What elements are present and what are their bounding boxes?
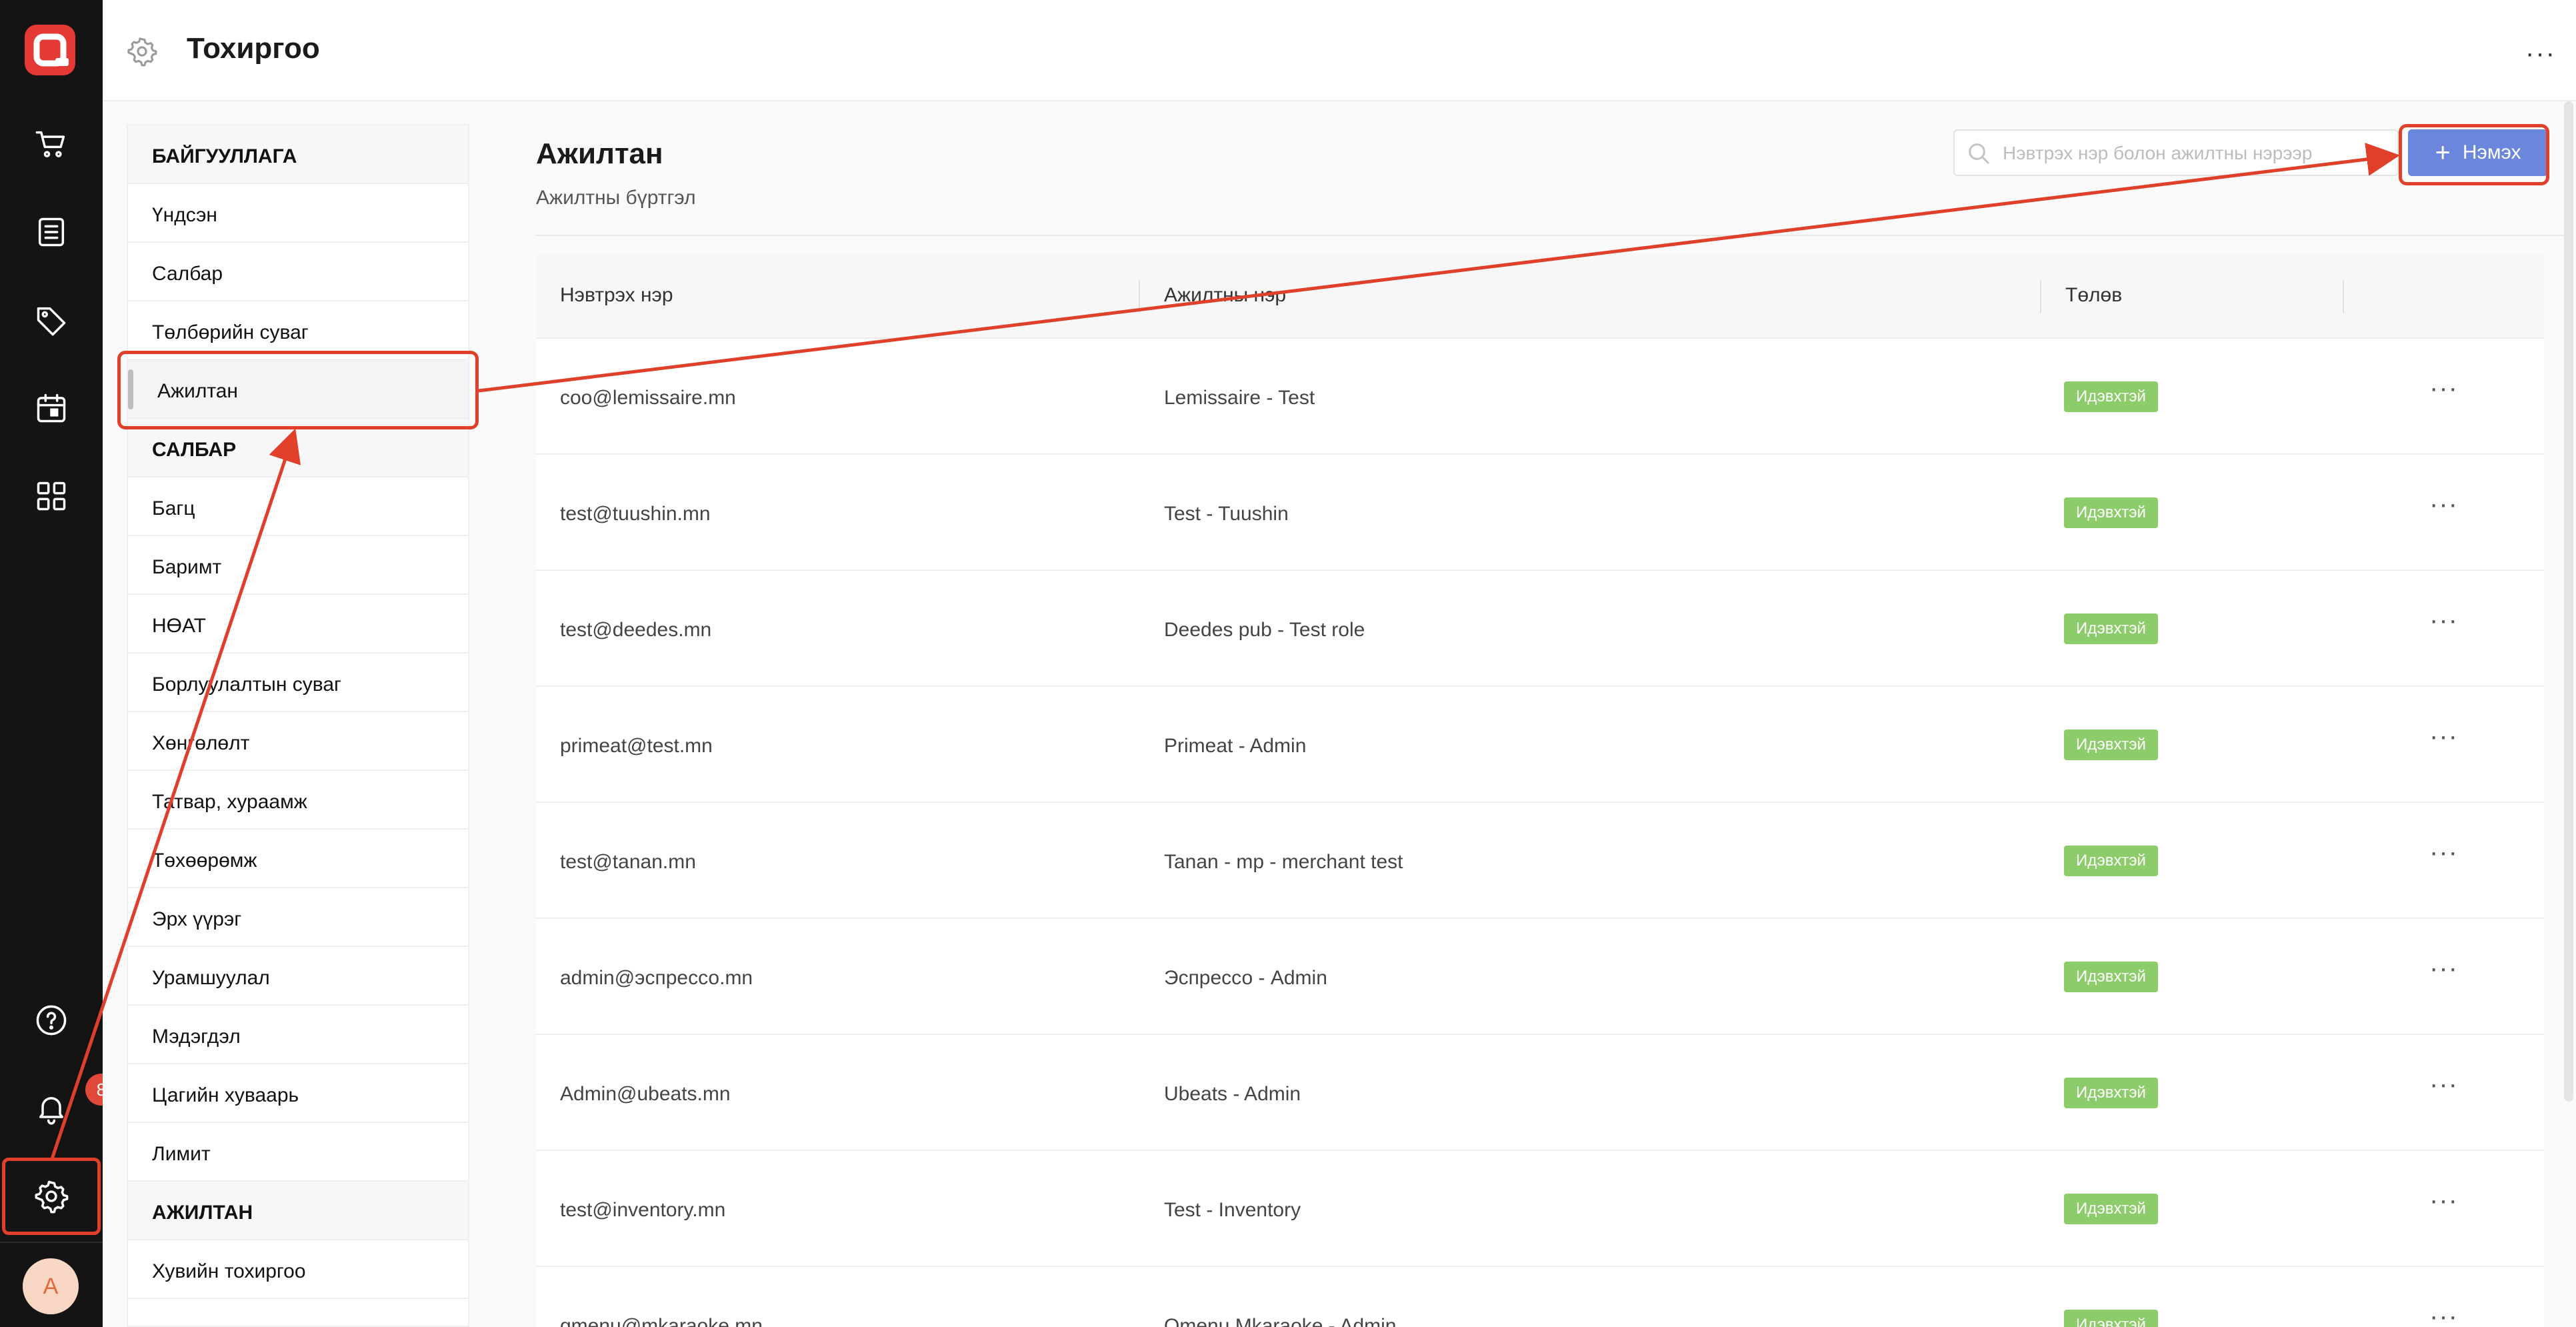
avatar[interactable]: A xyxy=(23,1258,79,1314)
rail-divider xyxy=(0,1242,103,1243)
row-more-button[interactable]: ··· xyxy=(2429,1186,2458,1216)
table-row[interactable]: qmenu@mkaraoke.mn Qmenu Mkaraoke - Admin… xyxy=(536,1267,2544,1327)
status-badge: Идэвхтэй xyxy=(2064,1194,2158,1224)
cell-login: Admin@ubeats.mn xyxy=(560,1083,731,1105)
employee-table: Нэвтрэх нэр Ажилтны нэр Төлөв coo@lemiss… xyxy=(536,253,2544,1327)
cell-name: Test - Tuushin xyxy=(1164,503,1289,525)
status-badge: Идэвхтэй xyxy=(2064,730,2158,760)
list-icon[interactable] xyxy=(31,212,71,252)
cell-name: Lemissaire - Test xyxy=(1164,387,1315,409)
menu-item-notification[interactable]: Мэдэгдэл xyxy=(128,1006,468,1064)
column-header-login[interactable]: Нэвтрэх нэр xyxy=(560,284,673,307)
cart-icon[interactable] xyxy=(31,124,71,164)
row-more-button[interactable]: ··· xyxy=(2429,838,2458,868)
section-heading: Ажилтан xyxy=(536,137,663,170)
cell-login: primeat@test.mn xyxy=(560,735,713,757)
section-subheading: Ажилтны бүртгэл xyxy=(536,187,696,209)
status-badge: Идэвхтэй xyxy=(2064,846,2158,876)
cell-login: test@tanan.mn xyxy=(560,851,696,873)
row-more-button[interactable]: ··· xyxy=(2429,489,2458,519)
top-bar: Тохиргоо ··· xyxy=(103,0,2576,101)
menu-item-limit[interactable]: Лимит xyxy=(128,1123,468,1182)
status-badge: Идэвхтэй xyxy=(2064,497,2158,528)
table-row[interactable]: test@inventory.mn Test - Inventory Идэвх… xyxy=(536,1151,2544,1267)
vertical-scrollbar[interactable] xyxy=(2564,101,2573,1102)
column-header-name[interactable]: Ажилтны нэр xyxy=(1164,284,1286,307)
menu-section-organization: БАЙГУУЛЛАГА xyxy=(128,125,468,184)
cell-name: Deedes pub - Test role xyxy=(1164,619,1365,641)
bell-icon[interactable] xyxy=(31,1088,71,1128)
status-badge: Идэвхтэй xyxy=(2064,1078,2158,1108)
menu-item-branch[interactable]: Салбар xyxy=(128,243,468,301)
search-input[interactable] xyxy=(2003,139,2389,168)
menu-item-discount[interactable]: Хөнгөлөлт xyxy=(128,712,468,771)
menu-item-tax-fee[interactable]: Татвар, хураамж xyxy=(128,771,468,830)
menu-section-employee: АЖИЛТАН xyxy=(128,1182,468,1240)
row-more-button[interactable]: ··· xyxy=(2429,954,2458,984)
menu-item-basic[interactable]: Үндсэн xyxy=(128,184,468,243)
cell-login: admin@эспрессо.mn xyxy=(560,967,753,989)
menu-item-promotion[interactable]: Урамшуулал xyxy=(128,947,468,1006)
grid-icon[interactable] xyxy=(31,476,71,516)
status-badge: Идэвхтэй xyxy=(2064,1310,2158,1327)
table-row[interactable]: primeat@test.mn Primeat - Admin Идэвхтэй… xyxy=(536,687,2544,803)
column-separator xyxy=(1139,280,1140,313)
cell-name: Ubeats - Admin xyxy=(1164,1083,1301,1105)
table-row[interactable]: admin@эспрессо.mn Эспрессо - Admin Идэвх… xyxy=(536,919,2544,1035)
menu-item-personal-settings[interactable]: Хувийн тохиргоо xyxy=(128,1240,468,1299)
row-more-button[interactable]: ··· xyxy=(2429,722,2458,752)
menu-item-receipt[interactable]: Баримт xyxy=(128,536,468,595)
menu-item-sales-channel[interactable]: Борлуулалтын суваг xyxy=(128,653,468,712)
status-badge: Идэвхтэй xyxy=(2064,962,2158,992)
cell-login: test@deedes.mn xyxy=(560,619,712,641)
table-header: Нэвтрэх нэр Ажилтны нэр Төлөв xyxy=(536,253,2544,339)
cell-name: Primeat - Admin xyxy=(1164,735,1307,757)
page-title: Тохиргоо xyxy=(187,32,320,65)
column-header-status[interactable]: Төлөв xyxy=(2065,284,2122,307)
add-button-highlight xyxy=(2399,124,2549,185)
column-separator xyxy=(2040,280,2041,313)
table-row[interactable]: Admin@ubeats.mn Ubeats - Admin Идэвхтэй … xyxy=(536,1035,2544,1151)
employee-menu-highlight xyxy=(117,351,479,429)
help-icon[interactable] xyxy=(31,1000,71,1040)
heading-divider xyxy=(536,235,2569,236)
tag-icon[interactable] xyxy=(31,300,71,340)
table-row[interactable]: test@tuushin.mn Test - Tuushin Идэвхтэй … xyxy=(536,455,2544,571)
q-logo-icon[interactable] xyxy=(23,23,77,77)
row-more-button[interactable]: ··· xyxy=(2429,1070,2458,1100)
cell-name: Test - Inventory xyxy=(1164,1199,1301,1221)
cell-name: Tanan - mp - merchant test xyxy=(1164,851,1403,873)
row-more-button[interactable]: ··· xyxy=(2429,373,2458,403)
row-more-button[interactable]: ··· xyxy=(2429,605,2458,635)
menu-item-device[interactable]: Төхөөрөмж xyxy=(128,830,468,888)
column-separator xyxy=(2343,280,2344,313)
table-row[interactable]: coo@lemissaire.mn Lemissaire - Test Идэв… xyxy=(536,339,2544,455)
menu-item-role[interactable]: Эрх үүрэг xyxy=(128,888,468,947)
menu-item-schedule[interactable]: Цагийн хуваарь xyxy=(128,1064,468,1123)
gear-icon[interactable] xyxy=(31,1176,71,1216)
calendar-icon[interactable] xyxy=(31,388,71,428)
table-row[interactable]: test@tanan.mn Tanan - mp - merchant test… xyxy=(536,803,2544,919)
settings-menu: БАЙГУУЛЛАГА Үндсэн Салбар Төлбөрийн сува… xyxy=(127,124,469,1327)
cell-login: qmenu@mkaraoke.mn xyxy=(560,1315,763,1327)
cell-login: test@inventory.mn xyxy=(560,1199,726,1221)
menu-item-vat[interactable]: НӨАТ xyxy=(128,595,468,653)
settings-gear-icon xyxy=(127,36,157,67)
row-more-button[interactable]: ··· xyxy=(2429,1302,2458,1327)
search-box[interactable] xyxy=(1953,129,2399,176)
status-badge: Идэвхтэй xyxy=(2064,381,2158,412)
cell-name: Qmenu Mkaraoke - Admin xyxy=(1164,1315,1397,1327)
search-icon xyxy=(1969,143,1989,164)
status-badge: Идэвхтэй xyxy=(2064,613,2158,644)
cell-name: Эспрессо - Admin xyxy=(1164,967,1327,989)
cell-login: test@tuushin.mn xyxy=(560,503,711,525)
table-row[interactable]: test@deedes.mn Deedes pub - Test role Ид… xyxy=(536,571,2544,687)
more-options-button[interactable]: ··· xyxy=(2525,39,2556,69)
menu-item-package[interactable]: Багц xyxy=(128,477,468,536)
cell-login: coo@lemissaire.mn xyxy=(560,387,736,409)
icon-rail: 8 A xyxy=(0,0,117,1327)
